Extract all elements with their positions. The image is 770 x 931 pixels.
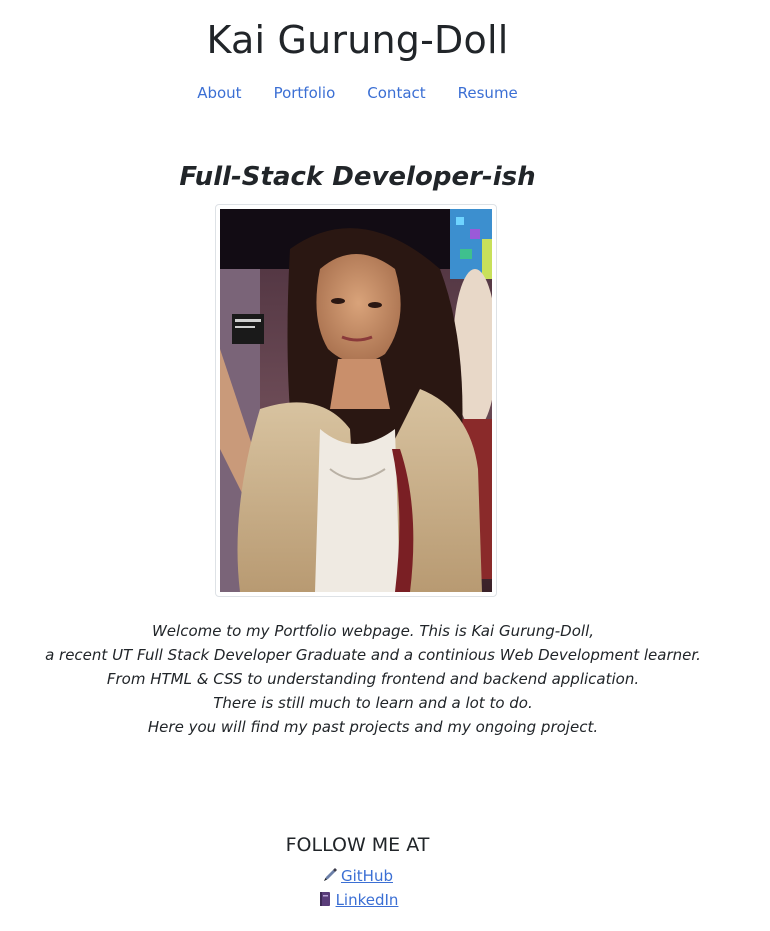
social-links: GitHub LinkedIn	[0, 864, 715, 912]
nav-portfolio-link[interactable]: Portfolio	[274, 84, 336, 102]
intro-text: Welcome to my Portfolio webpage. This is…	[0, 619, 746, 739]
social-item-linkedin: LinkedIn	[0, 888, 715, 912]
main-nav: About Portfolio Contact Resume	[0, 84, 715, 102]
nav-about-link[interactable]: About	[197, 84, 241, 102]
intro-line: Welcome to my Portfolio webpage. This is…	[151, 622, 595, 640]
linkedin-link[interactable]: LinkedIn	[336, 891, 399, 909]
intro-line: From HTML & CSS to understanding fronten…	[106, 670, 640, 688]
profile-photo	[220, 209, 492, 592]
book-icon	[319, 892, 330, 906]
tagline: Full-Stack Developer-ish	[179, 162, 536, 192]
follow-section: FOLLOW ME AT GitHub LinkedIn	[0, 834, 715, 912]
site-title: Kai Gurung-Doll	[206, 18, 509, 62]
github-link[interactable]: GitHub	[341, 867, 393, 885]
social-item-github: GitHub	[0, 864, 715, 888]
profile-photo-image	[220, 209, 492, 592]
page: Kai Gurung-Doll About Portfolio Contact …	[0, 0, 770, 931]
profile-photo-frame	[215, 204, 497, 597]
nav-contact-link[interactable]: Contact	[367, 84, 425, 102]
intro-line: Here you will find my past projects and …	[147, 718, 599, 736]
nav-resume-link[interactable]: Resume	[458, 84, 518, 102]
pen-icon	[324, 868, 337, 881]
intro-line: There is still much to learn and a lot t…	[213, 694, 533, 712]
intro-line: a recent UT Full Stack Developer Graduat…	[45, 646, 701, 664]
follow-heading: FOLLOW ME AT	[285, 834, 430, 856]
